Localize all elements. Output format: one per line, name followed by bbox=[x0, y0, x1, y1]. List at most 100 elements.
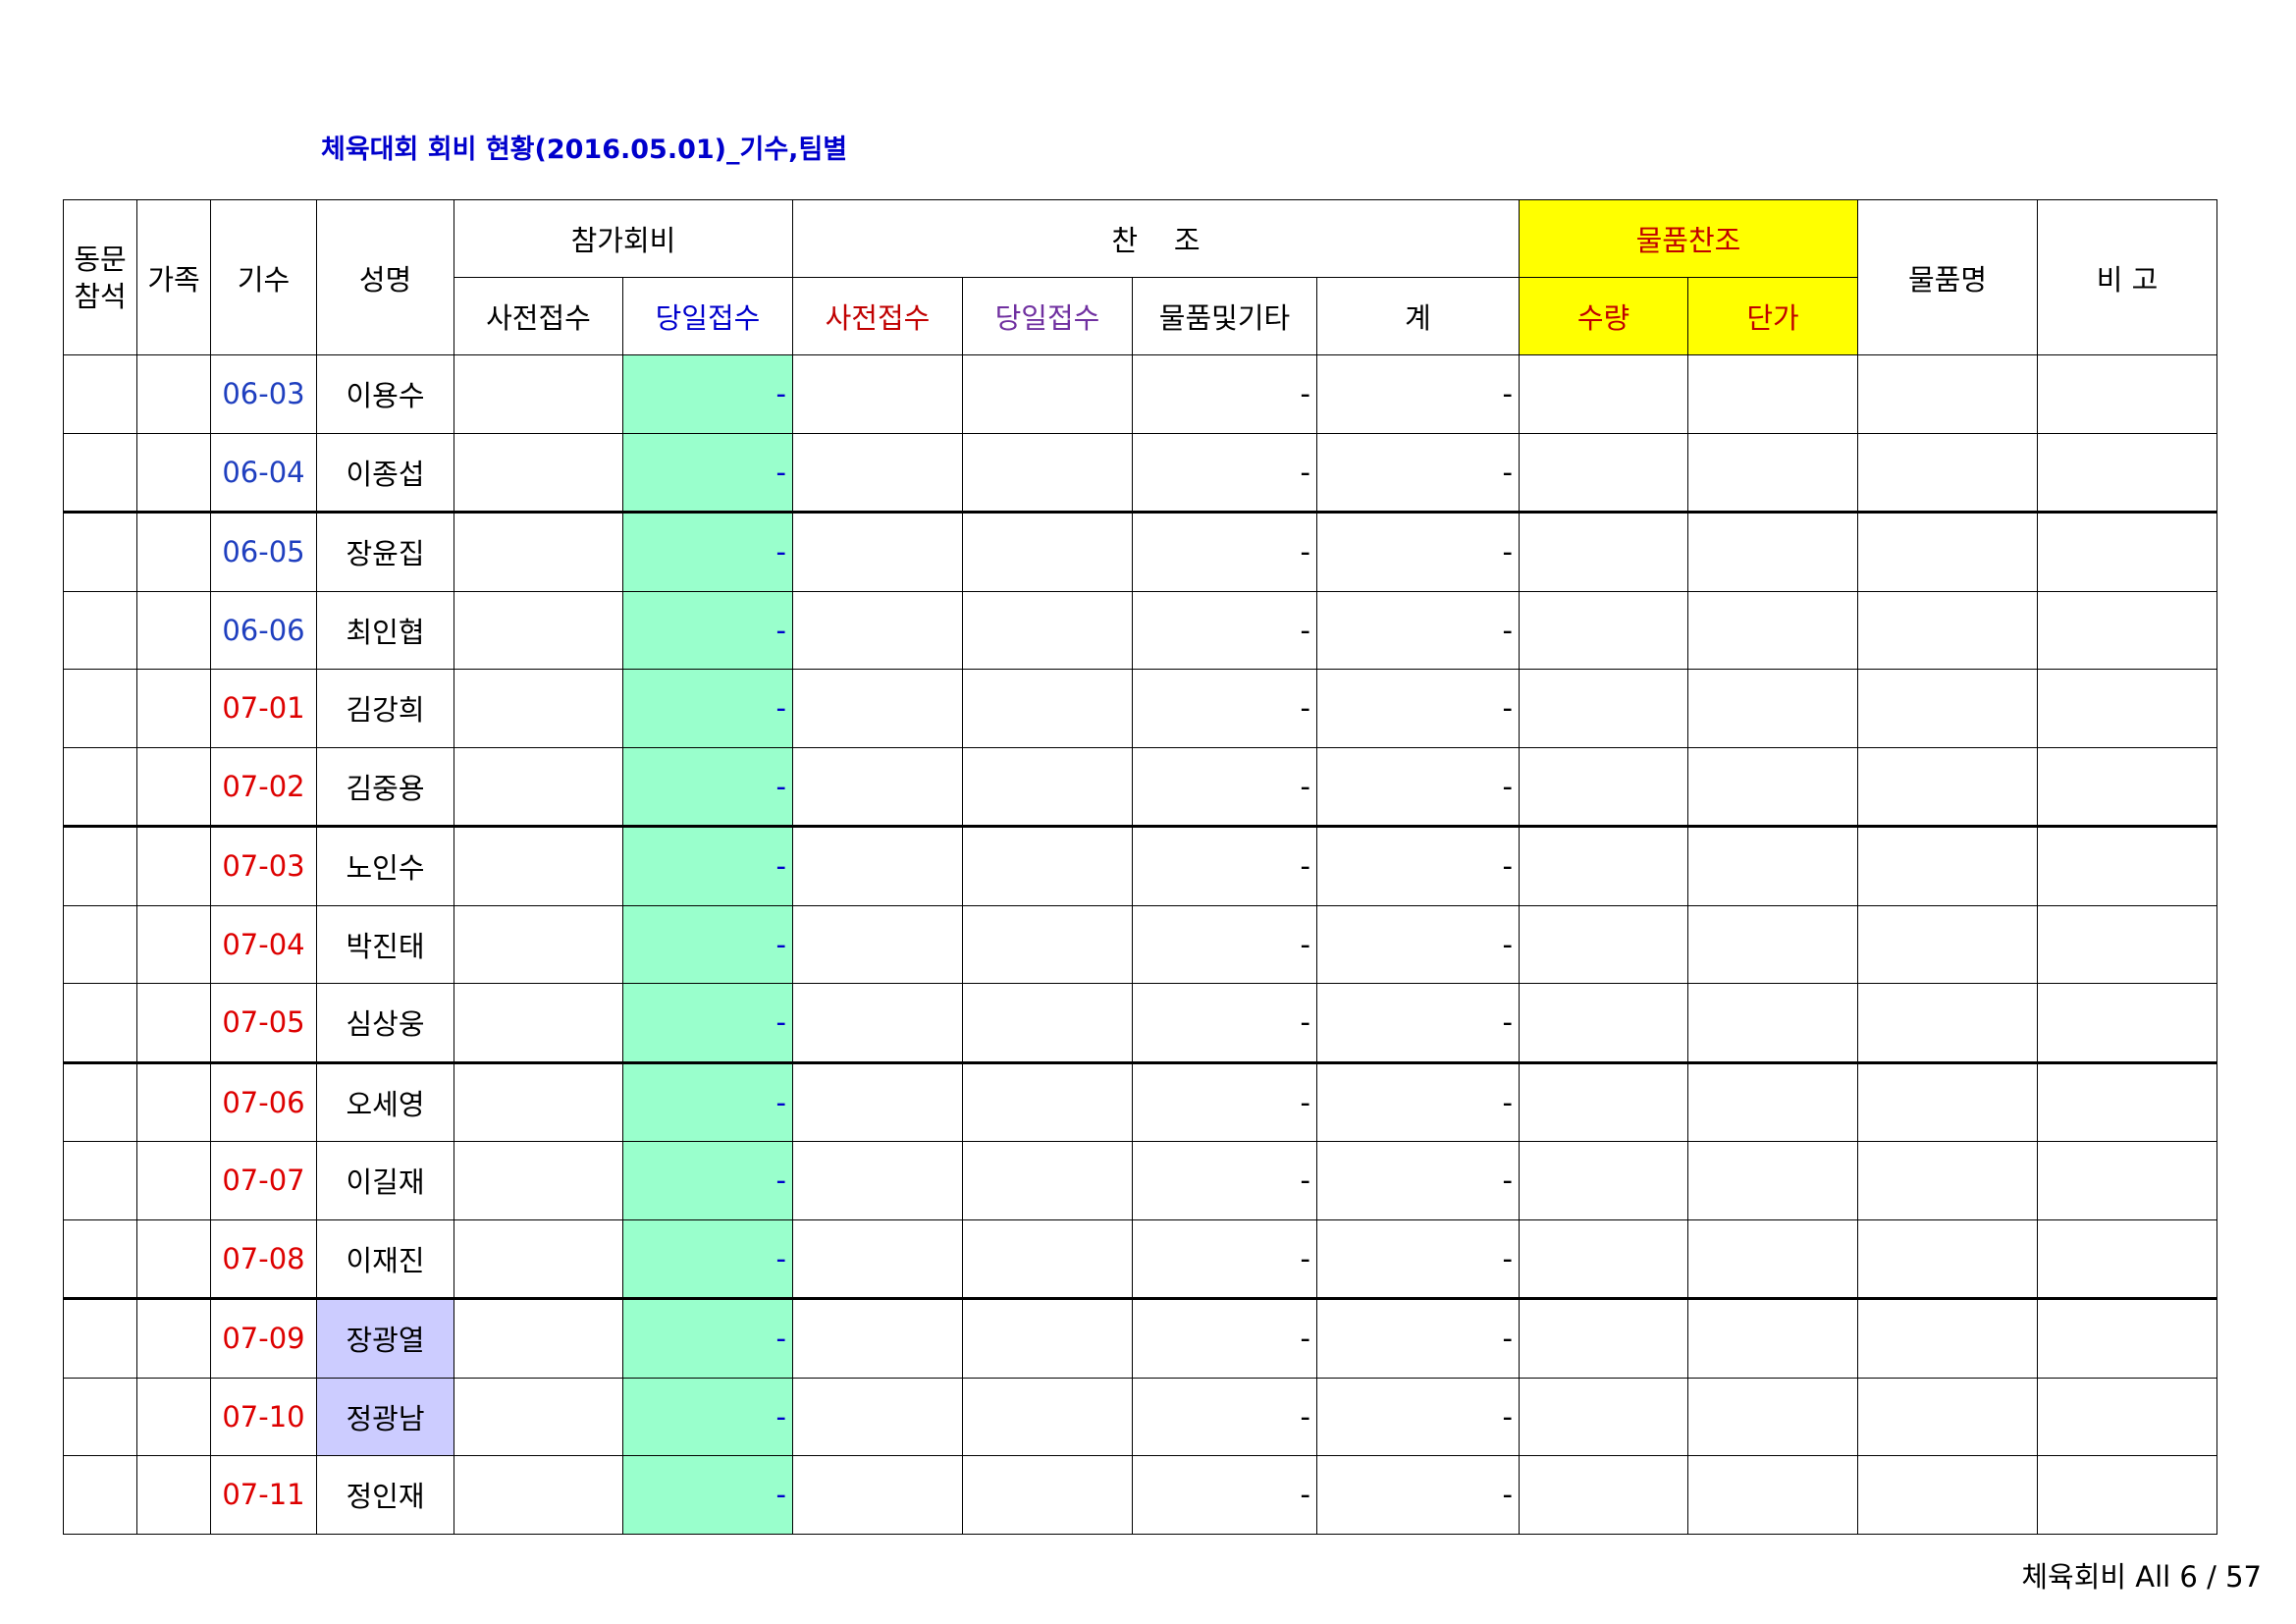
cell-name: 이종섭 bbox=[316, 432, 454, 513]
cell-family bbox=[136, 1218, 211, 1299]
cell-sp-total: - bbox=[1316, 590, 1520, 670]
cell-fee-pre bbox=[454, 746, 623, 827]
cell-gisu: 06-06 bbox=[210, 590, 317, 670]
cell-sp-total: - bbox=[1316, 904, 1520, 984]
table-row: 07-06 오세영 - - - bbox=[63, 1060, 2217, 1142]
cell-fee-pre bbox=[454, 1141, 623, 1220]
cell-fee-day: - bbox=[622, 1218, 793, 1299]
header-goods-price: 단가 bbox=[1687, 277, 1858, 355]
cell-dongmun bbox=[63, 1377, 137, 1456]
cell-fee-pre bbox=[454, 511, 623, 592]
cell-family bbox=[136, 590, 211, 670]
cell-sp-day bbox=[962, 511, 1133, 592]
cell-fee-pre bbox=[454, 590, 623, 670]
table-row: 06-03 이용수 - - - bbox=[63, 354, 2217, 434]
cell-remark bbox=[2037, 354, 2217, 434]
cell-family bbox=[136, 669, 211, 748]
cell-family bbox=[136, 1455, 211, 1535]
cell-goods-price bbox=[1687, 1377, 1858, 1456]
cell-name: 오세영 bbox=[316, 1060, 454, 1142]
cell-gisu: 07-04 bbox=[210, 904, 317, 984]
table-row: 07-04 박진태 - - - bbox=[63, 904, 2217, 984]
cell-fee-day: - bbox=[622, 825, 793, 906]
cell-name: 이재진 bbox=[316, 1218, 454, 1299]
cell-dongmun bbox=[63, 1455, 137, 1535]
header-sp-goods: 물품및기타 bbox=[1132, 277, 1317, 355]
cell-goods-qty bbox=[1519, 746, 1688, 827]
table-row: 06-06 최인협 - - - bbox=[63, 590, 2217, 670]
cell-sp-day bbox=[962, 432, 1133, 513]
cell-name: 김강희 bbox=[316, 669, 454, 748]
cell-family bbox=[136, 983, 211, 1063]
cell-name: 정인재 bbox=[316, 1455, 454, 1535]
cell-gisu: 07-11 bbox=[210, 1455, 317, 1535]
cell-goods-name bbox=[1857, 511, 2038, 592]
cell-fee-pre bbox=[454, 1218, 623, 1299]
cell-name: 장윤집 bbox=[316, 511, 454, 592]
cell-goods-name bbox=[1857, 1297, 2038, 1379]
cell-fee-pre bbox=[454, 1297, 623, 1379]
table-row: 07-10 정광남 - - - bbox=[63, 1377, 2217, 1456]
cell-fee-day: - bbox=[622, 746, 793, 827]
cell-goods-price bbox=[1687, 669, 1858, 748]
cell-sp-goods: - bbox=[1132, 669, 1317, 748]
cell-family bbox=[136, 511, 211, 592]
cell-goods-qty bbox=[1519, 904, 1688, 984]
table-row: 07-05 심상웅 - - - bbox=[63, 983, 2217, 1063]
cell-sp-day bbox=[962, 746, 1133, 827]
cell-dongmun bbox=[63, 1141, 137, 1220]
cell-goods-qty bbox=[1519, 1455, 1688, 1535]
cell-goods-name bbox=[1857, 1218, 2038, 1299]
cell-sp-total: - bbox=[1316, 1297, 1520, 1379]
cell-fee-pre bbox=[454, 1455, 623, 1535]
cell-remark bbox=[2037, 1377, 2217, 1456]
header-goods-name: 물품명 bbox=[1857, 199, 2038, 355]
cell-goods-name bbox=[1857, 1141, 2038, 1220]
cell-fee-day: - bbox=[622, 511, 793, 592]
cell-fee-day: - bbox=[622, 590, 793, 670]
cell-gisu: 07-08 bbox=[210, 1218, 317, 1299]
cell-remark bbox=[2037, 983, 2217, 1063]
cell-goods-qty bbox=[1519, 825, 1688, 906]
cell-sp-goods: - bbox=[1132, 1141, 1317, 1220]
table-row: 06-05 장윤집 - - - bbox=[63, 511, 2217, 592]
cell-sp-pre bbox=[792, 1455, 963, 1535]
cell-goods-price bbox=[1687, 1218, 1858, 1299]
header-sp-total: 계 bbox=[1316, 277, 1520, 355]
cell-remark bbox=[2037, 746, 2217, 827]
table-row: 07-08 이재진 - - - bbox=[63, 1218, 2217, 1299]
cell-sp-goods: - bbox=[1132, 904, 1317, 984]
cell-gisu: 07-05 bbox=[210, 983, 317, 1063]
cell-goods-price bbox=[1687, 354, 1858, 434]
cell-family bbox=[136, 746, 211, 827]
cell-sp-day bbox=[962, 1297, 1133, 1379]
cell-name: 정광남 bbox=[316, 1377, 454, 1456]
cell-remark bbox=[2037, 1141, 2217, 1220]
cell-sp-pre bbox=[792, 511, 963, 592]
cell-goods-qty bbox=[1519, 1218, 1688, 1299]
cell-sp-day bbox=[962, 1218, 1133, 1299]
cell-fee-day: - bbox=[622, 904, 793, 984]
cell-sp-pre bbox=[792, 1060, 963, 1142]
cell-sp-goods: - bbox=[1132, 432, 1317, 513]
cell-fee-day: - bbox=[622, 983, 793, 1063]
cell-fee-pre bbox=[454, 983, 623, 1063]
cell-goods-price bbox=[1687, 590, 1858, 670]
cell-family bbox=[136, 1141, 211, 1220]
cell-sp-pre bbox=[792, 590, 963, 670]
cell-sp-pre bbox=[792, 669, 963, 748]
table-body: 06-03 이용수 - - -06-04 이종섭 - - -06-05 장윤집 - - -06-06 최인… bbox=[63, 354, 2217, 1535]
cell-sp-goods: - bbox=[1132, 1297, 1317, 1379]
cell-remark bbox=[2037, 904, 2217, 984]
cell-family bbox=[136, 354, 211, 434]
cell-fee-day: - bbox=[622, 432, 793, 513]
cell-goods-price bbox=[1687, 432, 1858, 513]
header-goods-qty: 수량 bbox=[1519, 277, 1688, 355]
cell-goods-qty bbox=[1519, 1141, 1688, 1220]
cell-dongmun bbox=[63, 1297, 137, 1379]
cell-name: 노인수 bbox=[316, 825, 454, 906]
cell-fee-pre bbox=[454, 1060, 623, 1142]
header-name: 성명 bbox=[316, 199, 454, 355]
cell-remark bbox=[2037, 1297, 2217, 1379]
cell-gisu: 07-10 bbox=[210, 1377, 317, 1456]
